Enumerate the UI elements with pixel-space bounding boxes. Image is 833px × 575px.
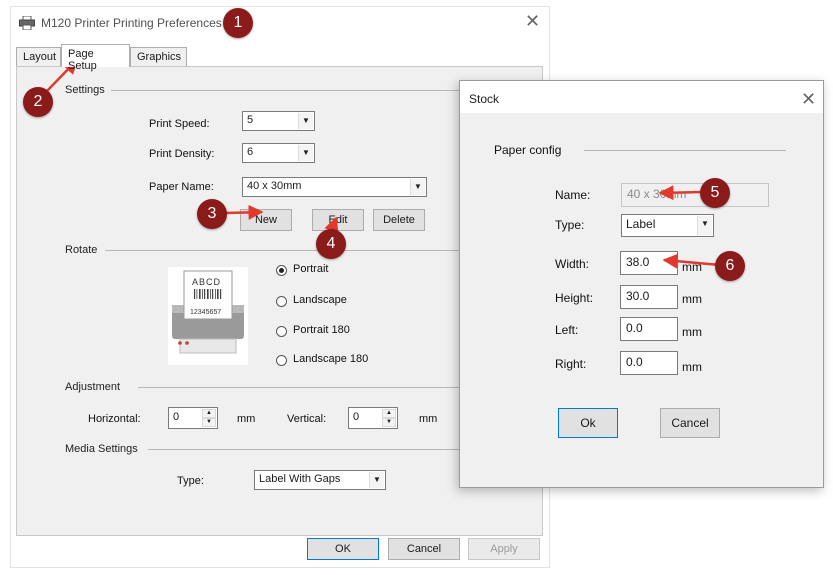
width-label: Width: [555, 257, 590, 271]
type-label: Type: [555, 218, 585, 232]
rotate-group-label: Rotate [65, 244, 98, 256]
adjustment-group-label: Adjustment [65, 381, 121, 393]
stock-dialog-body: Paper config Name: 40 x 30mm Type: Label… [460, 113, 823, 487]
spin-up-icon[interactable]: ▲ [202, 409, 216, 418]
vertical-spinbox[interactable]: 0 ▲ ▼ [348, 407, 398, 429]
printer-icon [19, 16, 35, 30]
stock-dialog-title: Stock [469, 92, 500, 106]
horizontal-label: Horizontal: [88, 413, 141, 425]
left-field[interactable]: 0.0 [620, 317, 678, 341]
print-speed-select[interactable]: 5 ▼ [242, 111, 315, 131]
chevron-down-icon[interactable]: ▼ [697, 216, 712, 235]
radio-button[interactable] [276, 355, 287, 366]
width-field[interactable]: 38.0 [620, 251, 678, 275]
horizontal-unit: mm [237, 413, 256, 425]
paper-name-label: Paper Name: [149, 181, 214, 193]
edit-button[interactable]: Edit [312, 209, 364, 231]
type-select[interactable]: Label ▼ [621, 214, 714, 237]
height-field[interactable]: 30.0 [620, 285, 678, 309]
print-density-label: Print Density: [149, 148, 215, 160]
settings-group-label: Settings [65, 84, 105, 96]
height-label: Height: [555, 291, 594, 305]
window-title: M120 Printer Printing Preferences [41, 16, 222, 30]
delete-button[interactable]: Delete [373, 209, 425, 231]
chevron-down-icon[interactable]: ▼ [410, 179, 425, 195]
paper-config-divider [584, 150, 786, 151]
tab-layout[interactable]: Layout [16, 47, 61, 67]
type-value: Label [626, 217, 656, 231]
close-icon[interactable]: ✕ [525, 12, 540, 30]
tab-graphics[interactable]: Graphics [130, 47, 187, 67]
spin-up-icon[interactable]: ▲ [382, 409, 396, 418]
close-icon[interactable]: ✕ [801, 90, 816, 108]
tab-page-setup[interactable]: Page Setup [61, 44, 130, 72]
media-type-label: Type: [177, 475, 204, 487]
vertical-value: 0 [353, 411, 360, 423]
print-speed-value: 5 [247, 114, 254, 126]
radio-button[interactable] [276, 296, 287, 307]
radio-landscape-label: Landscape [293, 294, 347, 306]
left-unit: mm [682, 325, 702, 339]
right-field[interactable]: 0.0 [620, 351, 678, 375]
paper-name-value: 40 x 30mm [247, 180, 302, 192]
vertical-label: Vertical: [287, 413, 327, 425]
radio-landscape-180-label: Landscape 180 [293, 353, 369, 365]
cancel-button[interactable]: Cancel [388, 538, 460, 560]
name-label: Name: [555, 188, 591, 202]
annotation-marker-4: 4 [316, 229, 346, 259]
annotation-marker-2: 2 [23, 87, 53, 117]
apply-button[interactable]: Apply [468, 538, 540, 560]
paper-config-label: Paper config [494, 143, 562, 157]
print-density-select[interactable]: 6 ▼ [242, 143, 315, 163]
chevron-down-icon[interactable]: ▼ [298, 145, 313, 161]
right-label: Right: [555, 357, 587, 371]
preview-numbers: 12345657 [190, 309, 222, 316]
annotation-marker-5: 5 [700, 178, 730, 208]
annotation-marker-3: 3 [197, 199, 227, 229]
horizontal-value: 0 [173, 411, 180, 423]
media-type-value: Label With Gaps [259, 473, 341, 485]
radio-button[interactable] [276, 326, 287, 337]
spin-down-icon[interactable]: ▼ [202, 418, 216, 427]
chevron-down-icon[interactable]: ▼ [298, 113, 313, 129]
paper-name-select[interactable]: 40 x 30mm ▼ [242, 177, 427, 197]
ok-button[interactable]: OK [307, 538, 379, 560]
orientation-preview: ABCD 12345657 [168, 267, 248, 365]
vertical-unit: mm [419, 413, 438, 425]
radio-button[interactable] [276, 265, 287, 276]
radio-portrait-180-label: Portrait 180 [293, 324, 350, 336]
new-button[interactable]: New [240, 209, 292, 231]
stock-cancel-button[interactable]: Cancel [660, 408, 720, 438]
media-settings-group-label: Media Settings [65, 443, 138, 455]
height-unit: mm [682, 292, 702, 306]
preview-text: ABCD [192, 277, 222, 287]
spin-down-icon[interactable]: ▼ [382, 418, 396, 427]
chevron-down-icon[interactable]: ▼ [369, 472, 384, 488]
left-label: Left: [555, 323, 579, 337]
radio-portrait-label: Portrait [293, 263, 329, 275]
width-unit: mm [682, 260, 702, 274]
print-speed-label: Print Speed: [149, 118, 210, 130]
stock-ok-button[interactable]: Ok [558, 408, 618, 438]
name-field[interactable]: 40 x 30mm [621, 183, 769, 207]
horizontal-spinbox[interactable]: 0 ▲ ▼ [168, 407, 218, 429]
print-density-value: 6 [247, 146, 254, 158]
annotation-marker-1: 1 [223, 8, 253, 38]
stock-dialog: Stock ✕ Paper config Name: 40 x 30mm Typ… [459, 80, 824, 488]
media-type-select[interactable]: Label With Gaps ▼ [254, 470, 386, 490]
annotation-marker-6: 6 [715, 251, 745, 281]
title-bar[interactable]: M120 Printer Printing Preferences ✕ [11, 7, 551, 39]
right-unit: mm [682, 360, 702, 374]
